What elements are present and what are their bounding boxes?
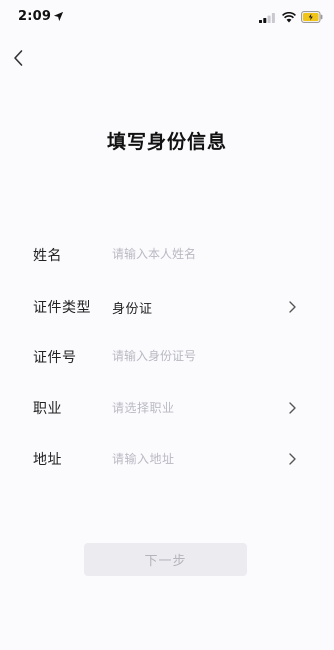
page-title: 填写身份信息 bbox=[106, 131, 227, 153]
id-number-label: 证件号 bbox=[33, 350, 77, 366]
form-row-id-number: 证件号 bbox=[0, 342, 334, 372]
id-number-input[interactable] bbox=[110, 344, 284, 368]
next-step-button[interactable]: 下一步 bbox=[84, 543, 247, 576]
identity-info-screen: 2:09 填写身份信息 姓名 请输入本人姓名 证件类型 身份证 证件号 请输入身… bbox=[0, 0, 334, 650]
chevron-left-icon bbox=[14, 50, 23, 66]
cellular-signal-icon bbox=[259, 13, 275, 23]
name-input[interactable] bbox=[110, 242, 284, 266]
back-button[interactable] bbox=[4, 44, 32, 72]
chevron-right-icon bbox=[289, 453, 296, 465]
chevron-right-icon bbox=[289, 402, 296, 414]
name-label: 姓名 bbox=[33, 248, 62, 264]
status-bar: 2:09 bbox=[0, 0, 334, 36]
battery-icon bbox=[301, 11, 323, 23]
occupation-label: 职业 bbox=[33, 401, 62, 417]
location-arrow-icon bbox=[53, 11, 64, 22]
address-placeholder: 请输入地址 bbox=[112, 452, 175, 466]
id-type-value: 身份证 bbox=[112, 302, 153, 317]
wifi-icon bbox=[282, 12, 296, 23]
status-time: 2:09 bbox=[18, 9, 52, 24]
form-row-name: 姓名 bbox=[0, 240, 334, 270]
form-row-id-type[interactable]: 证件类型 身份证 bbox=[0, 292, 334, 322]
form-row-occupation[interactable]: 职业 请选择职业 bbox=[0, 393, 334, 423]
chevron-right-icon bbox=[289, 301, 296, 313]
occupation-placeholder: 请选择职业 bbox=[112, 401, 175, 415]
address-label: 地址 bbox=[33, 452, 62, 468]
form-row-address[interactable]: 地址 请输入地址 bbox=[0, 444, 334, 474]
id-type-label: 证件类型 bbox=[33, 300, 91, 316]
